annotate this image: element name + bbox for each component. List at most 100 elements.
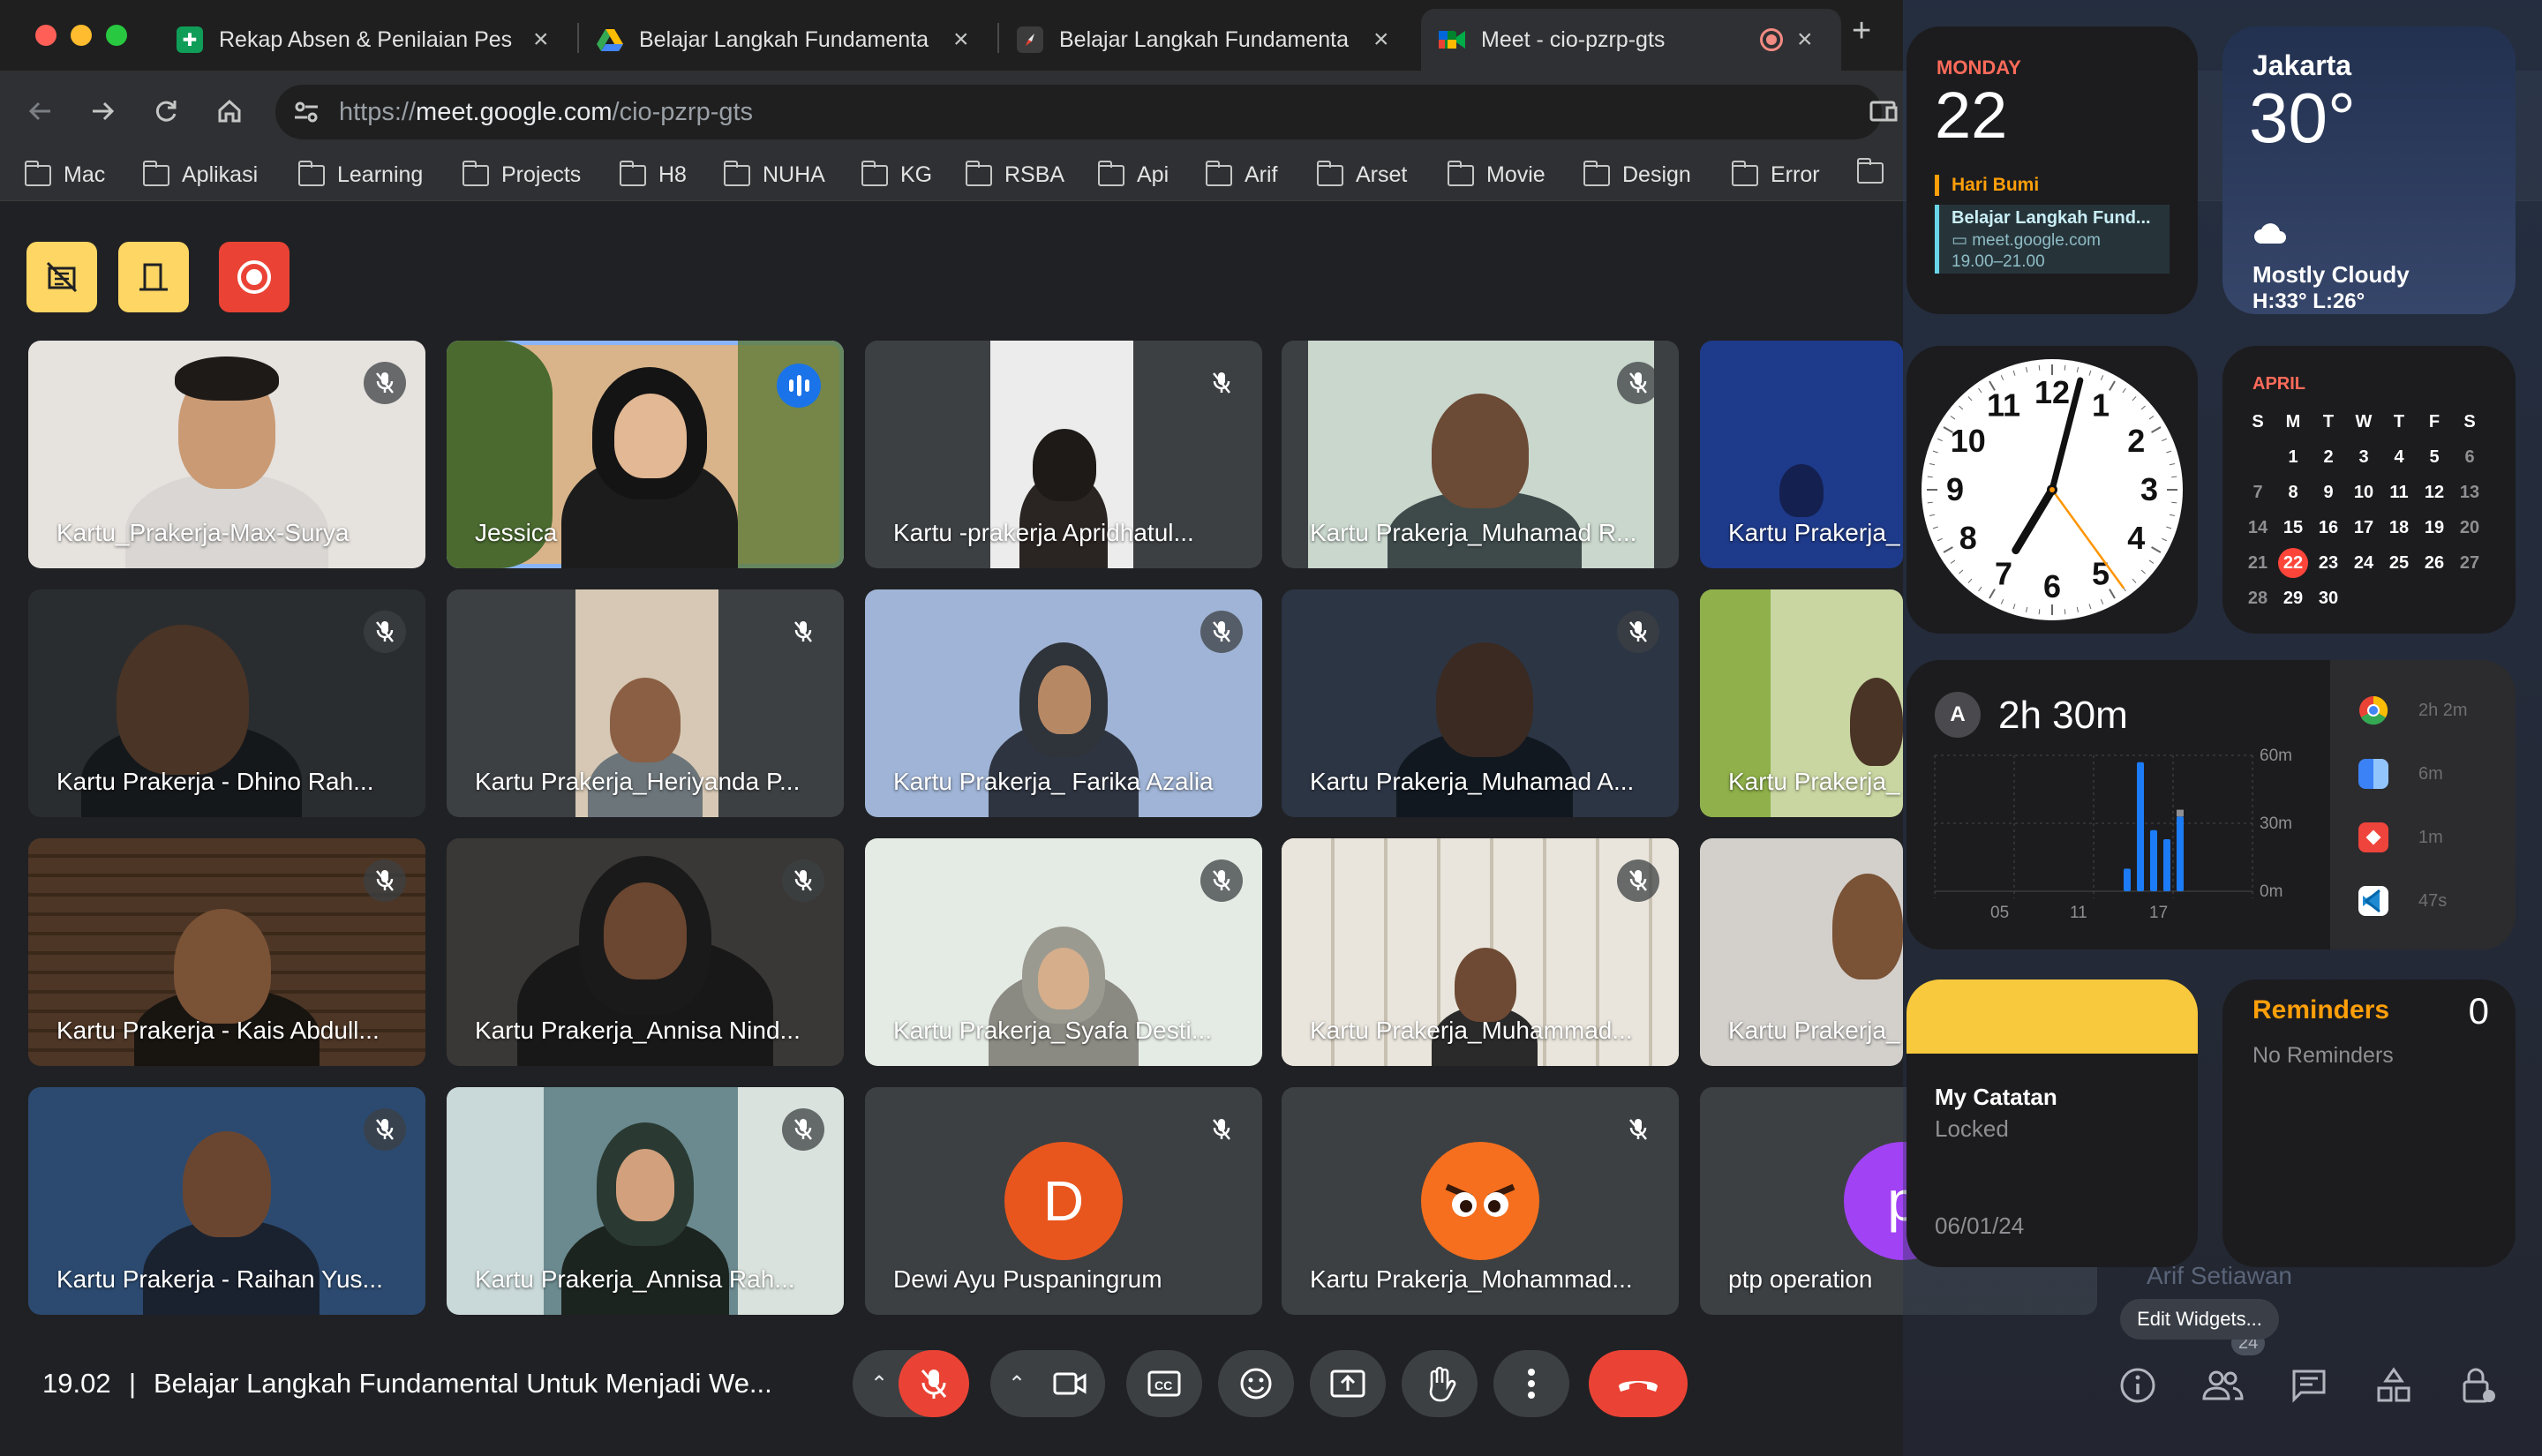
bookmark-folder[interactable]: Arset [1316,160,1407,188]
bookmark-folder[interactable]: Learning [297,160,424,188]
participant-tile[interactable]: D Dewi Ayu Puspaningrum [865,1087,1262,1315]
participant-tile[interactable]: Kartu Prakerja_Muhamad A... [1282,589,1679,817]
present-icon [1330,1370,1365,1398]
calendar-widget[interactable]: MONDAY 22 Hari Bumi Belajar Langkah Fund… [1906,26,2198,314]
minimize-window-button[interactable] [71,25,92,46]
edit-widgets-button[interactable]: Edit Widgets... [2120,1299,2279,1340]
back-button[interactable] [19,90,62,132]
app-time: 2h 2m [2418,700,2468,720]
site-settings-icon[interactable] [291,97,321,134]
bookmark-folder[interactable]: Mac [24,160,105,188]
home-button[interactable] [208,90,251,132]
participant-tile[interactable]: Kartu Prakerja_Mohammad... [1282,1087,1679,1315]
bookmark-folder[interactable]: Arif [1205,160,1278,188]
calendar-day: 2 [2323,447,2334,467]
clock-widget[interactable]: 12 1 2 3 4 5 6 7 8 9 10 11 [1906,346,2198,634]
finder-icon [2358,759,2388,789]
raise-hand-button[interactable] [1402,1350,1478,1417]
bookmark-folder[interactable]: H8 [619,160,687,188]
folder-icon [1097,160,1124,186]
clock-number: 6 [2043,568,2061,604]
screen-time-bar [2137,762,2144,891]
tab-title: Belajar Langkah Fundamenta [639,26,929,52]
calendar-day: 3 [2358,447,2369,467]
tab-belajar-compass[interactable]: Belajar Langkah Fundamenta × [999,9,1407,71]
person-face [604,882,687,979]
new-tab-button[interactable]: + [1852,12,1871,50]
participant-tile[interactable]: Kartu -prakerja Apridhatul... [865,341,1262,568]
participant-tile[interactable]: Kartu Prakerja_ [1700,589,1903,817]
video-icon [1053,1372,1087,1395]
mic-off-icon [1617,859,1659,902]
microphone-button[interactable] [899,1350,969,1417]
close-tab-icon[interactable]: × [953,25,969,55]
more-options-button[interactable] [1493,1350,1569,1417]
weather-widget[interactable]: Jakarta 30° Mostly Cloudy H:33° L:26° [2222,26,2516,314]
mic-off-icon [364,1108,406,1151]
close-tab-icon[interactable]: × [1797,25,1813,55]
bookmark-folder[interactable]: Design [1583,160,1691,188]
forward-button[interactable] [81,90,124,132]
bookmark-folder[interactable]: Api [1097,160,1169,188]
cast-icon[interactable] [1869,99,1898,132]
tab-rekap-absen[interactable]: ✚ Rekap Absen & Penilaian Pes × [159,9,567,71]
mic-off-icon [1200,611,1243,653]
clock-tick [2171,501,2177,504]
reactions-button[interactable] [1218,1350,1294,1417]
participant-name: Kartu Prakerja_Muhammad... [1310,1017,1633,1044]
participant-name: Kartu Prakerja_ [1728,768,1900,795]
participant-tile[interactable]: Kartu Prakerja - Raihan Yus... [28,1087,425,1315]
notes-widget[interactable]: My Catatan Locked 06/01/24 [1906,979,2198,1267]
participant-tile[interactable]: Kartu Prakerja_Syafa Desti... [865,838,1262,1066]
close-window-button[interactable] [35,25,56,46]
bookmark-folder[interactable]: RSBA [965,160,1064,188]
participant-tile[interactable]: Kartu Prakerja_ [1700,341,1903,568]
bookmark-label: Learning [337,162,424,187]
participant-tile[interactable]: Jessica [447,341,844,568]
bookmark-folder[interactable] [1856,158,1896,184]
folder-icon [619,160,646,186]
date-number: 22 [1935,79,2008,152]
leave-call-button[interactable] [1589,1350,1688,1417]
bookmark-folder[interactable]: NUHA [723,160,825,188]
weather-range: H:33° L:26° [2252,289,2365,313]
participant-tile[interactable]: Kartu Prakerja_Annisa Rah... [447,1087,844,1315]
bookmark-folder[interactable]: Error [1731,160,1820,188]
reminders-widget[interactable]: Reminders 0 No Reminders [2222,979,2516,1267]
reload-button[interactable] [145,90,187,132]
folder-icon [462,160,489,186]
close-tab-icon[interactable]: × [533,25,549,55]
participant-tile[interactable]: Kartu Prakerja_Heriyanda P... [447,589,844,817]
tracking-off-button[interactable] [26,242,97,312]
calendar-event[interactable]: Belajar Langkah Fund... ▭ meet.google.co… [1935,205,2170,274]
month-calendar-widget[interactable]: APRIL S M T W T F S 1 2 3 4 5 6 7 8 9 10 11 12 13 14 15 16 17 18… [2222,346,2516,634]
captions-button[interactable]: CC [1126,1350,1202,1417]
participant-tile[interactable]: Kartu Prakerja_Muhamad R... [1282,341,1679,568]
bookmark-folder[interactable]: Projects [462,160,581,188]
participant-tile[interactable]: Kartu Prakerja - Kais Abdull... [28,838,425,1066]
speaking-indicator-icon [777,364,821,408]
bookmark-folder[interactable]: KG [861,160,932,188]
camera-button[interactable] [1034,1350,1105,1417]
participant-name: Kartu Prakerja_ Farika Azalia [893,768,1214,795]
present-screen-button[interactable] [1310,1350,1386,1417]
participant-tile[interactable]: Kartu Prakerja - Dhino Rah... [28,589,425,817]
screen-time-widget[interactable]: A 2h 30m 60m 30m 0m 05 11 17 2h 2m 6m 1m 47s [1906,660,2516,949]
svg-text:CC: CC [1154,1378,1172,1392]
bookmark-folder[interactable]: Movie [1447,160,1546,188]
close-tab-icon[interactable]: × [1373,25,1389,55]
maximize-window-button[interactable] [106,25,127,46]
breakout-rooms-button[interactable] [118,242,189,312]
bookmark-folder[interactable]: Aplikasi [142,160,258,188]
clock-center-dot [2049,487,2055,492]
participant-tile[interactable]: Kartu Prakerja_Annisa Nind... [447,838,844,1066]
tab-meet[interactable]: Meet - cio-pzrp-gts × [1421,9,1841,71]
mic-off-icon [782,1108,824,1151]
participant-tile[interactable]: Kartu Prakerja_ Farika Azalia [865,589,1262,817]
tab-belajar-drive[interactable]: Belajar Langkah Fundamenta × [579,9,987,71]
participant-tile[interactable]: Kartu Prakerja_Muhammad... [1282,838,1679,1066]
address-bar[interactable]: https://meet.google.com/cio-pzrp-gts [275,85,1898,139]
participant-tile[interactable]: Kartu Prakerja_ [1700,838,1903,1066]
participant-tile[interactable]: Kartu_Prakerja-Max-Surya [28,341,425,568]
recording-button[interactable] [219,242,290,312]
